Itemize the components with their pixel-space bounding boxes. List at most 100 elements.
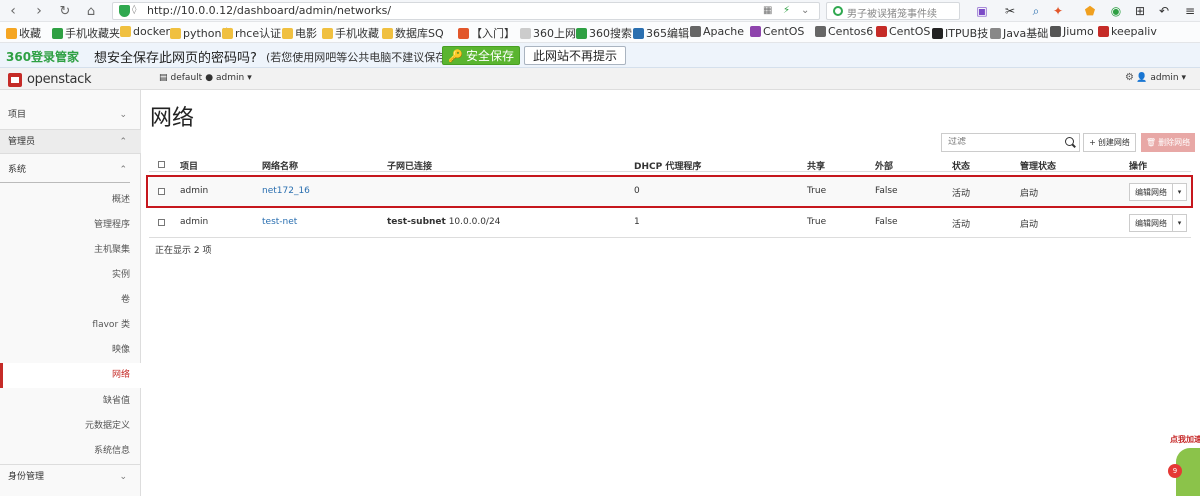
column-header-admin-state[interactable]: 管理状态 (1020, 159, 1056, 172)
user-icon: 👤 (1136, 73, 1148, 83)
bookmark-item[interactable]: keepaliv (1098, 25, 1157, 38)
bookmark-item[interactable]: CentOS (876, 25, 930, 38)
bookmark-item[interactable]: 365编辑 (633, 25, 689, 41)
sidebar-section-project[interactable]: 项目 ⌄ (0, 103, 141, 128)
plus-icon: + (1089, 138, 1096, 147)
project-selector[interactable]: ▤ default ● admin ▾ (159, 73, 252, 83)
bookmark-item[interactable]: Apache (690, 25, 744, 38)
bookmark-item[interactable]: 手机收藏 (322, 25, 379, 41)
bookmarks-bar: 收藏 手机收藏夹 docker python学 rhce认证 电影 手机收藏 数据库SQ 【入门… (0, 22, 1200, 43)
sidebar-item-overview[interactable]: 概述 (0, 188, 141, 213)
sidebar-item-volumes[interactable]: 卷 (0, 288, 141, 313)
dropdown-icon[interactable]: ⌄ (801, 5, 809, 16)
bookmark-item[interactable]: 数据库SQ (382, 25, 444, 41)
sidebar-item-metadata[interactable]: 元数据定义 (0, 414, 141, 439)
bookmark-icon (222, 27, 233, 39)
game-icon[interactable]: ✦ (1050, 3, 1066, 19)
openstack-logo-icon (8, 72, 22, 87)
filter-field[interactable] (941, 133, 1080, 152)
save-password-label: 安全保存 (465, 49, 514, 63)
sidebar-item-hypervisors[interactable]: 管理程序 (0, 213, 141, 238)
column-header-project[interactable]: 项目 (180, 159, 198, 172)
row-actions-dropdown-icon[interactable]: ▾ (1173, 214, 1187, 232)
create-network-label: 创建网络 (1097, 138, 1130, 147)
save-password-button[interactable]: 🔑 安全保存 (442, 46, 520, 65)
column-header-dhcp[interactable]: DHCP 代理程序 (634, 159, 701, 172)
column-header-shared[interactable]: 共享 (807, 159, 825, 172)
back-icon[interactable]: ‹ (4, 2, 22, 20)
bookmark-item[interactable]: 【入门】 (458, 25, 515, 41)
row-status: 活动 (952, 220, 971, 230)
reload-icon[interactable]: ↻ (56, 2, 74, 20)
sidebar-item-defaults[interactable]: 缺省值 (0, 389, 141, 414)
bookmark-item[interactable]: 电影 (282, 25, 317, 41)
column-header-name[interactable]: 网络名称 (262, 159, 298, 172)
sidebar-section-admin[interactable]: 管理员 ⌃ (0, 129, 141, 154)
scissors-icon[interactable]: ✂ (1002, 3, 1018, 19)
select-all-checkbox[interactable] (158, 161, 165, 168)
bookmark-item[interactable]: Java基础 (990, 25, 1048, 41)
search-icon[interactable] (1065, 137, 1074, 146)
edit-network-button[interactable]: 编辑网络 (1129, 214, 1173, 232)
bookmark-item[interactable]: Centos6 (815, 25, 873, 38)
sidebar-item-flavors[interactable]: flavor 类 (0, 313, 141, 338)
delete-network-button[interactable]: 🗑 删除网络 (1141, 133, 1195, 152)
magnifier-icon[interactable]: ⌕ (1028, 3, 1044, 19)
sidebar-item-networks[interactable]: 网络 (0, 363, 141, 388)
openstack-logo[interactable]: openstack (8, 72, 92, 87)
row-subnet-name[interactable]: test-subnet (387, 217, 446, 227)
column-header-external[interactable]: 外部 (875, 159, 893, 172)
row-subnet: test-subnet 10.0.0.0/24 (387, 217, 500, 227)
create-network-button[interactable]: + 创建网络 (1083, 133, 1136, 152)
brand-logo: 360登录管家 (6, 50, 80, 64)
sidebar-section-identity[interactable]: 身份管理 ⌄ (0, 464, 141, 489)
undo-icon[interactable]: ↶ (1156, 3, 1172, 19)
bookmark-item[interactable]: Jiumo E (1050, 25, 1104, 38)
lightning-icon[interactable]: ⚡ (783, 5, 790, 16)
column-header-status[interactable]: 状态 (952, 159, 970, 172)
sidebar-section-label: 管理员 (8, 137, 36, 147)
bookmark-item[interactable]: 收藏 (6, 25, 41, 41)
bookmark-item[interactable]: CentOS (750, 25, 804, 38)
settings-icon[interactable]: ⚙ (1125, 72, 1134, 83)
row-network-name[interactable]: test-net (262, 217, 297, 227)
filter-input[interactable] (948, 137, 1058, 147)
floating-accelerate-widget[interactable]: 点我加速 9 (1168, 430, 1200, 496)
openstack-header: openstack ▤ default ● admin ▾ ⚙ 👤 admin … (0, 68, 1200, 90)
apps-icon[interactable]: ⊞ (1132, 3, 1148, 19)
bookmark-icon (52, 27, 63, 39)
bookmark-label: 360上网 (533, 27, 576, 40)
sidebar-section-system[interactable]: 系统 ⌃ (0, 158, 130, 183)
bookmark-item[interactable]: 手机收藏夹 (52, 25, 120, 41)
address-bar[interactable]: ◊ http://10.0.0.12/dashboard/admin/netwo… (112, 2, 820, 20)
url-text[interactable]: http://10.0.0.12/dashboard/admin/network… (147, 4, 391, 17)
bookmark-icon (1098, 26, 1109, 37)
sidebar-item-host-aggregates[interactable]: 主机聚集 (0, 238, 141, 263)
user-menu[interactable]: 👤 admin ▾ (1136, 73, 1186, 83)
bookmark-item[interactable]: docker (120, 25, 170, 38)
shield-icon[interactable]: ⬟ (1082, 3, 1098, 19)
column-header-subnets[interactable]: 子网已连接 (387, 159, 432, 172)
chat-icon[interactable]: ◉ (1108, 3, 1124, 19)
forward-icon[interactable]: › (30, 2, 48, 20)
project-user: admin (216, 73, 245, 83)
sidebar-item-system-info[interactable]: 系统信息 (0, 439, 141, 464)
bookmark-item[interactable]: 360搜索 (576, 25, 632, 41)
grid-icon[interactable]: ▦ (763, 5, 772, 16)
user-label: admin (1150, 73, 1179, 83)
widget-label: 点我加速 (1170, 435, 1200, 444)
never-prompt-button[interactable]: 此网站不再提示 (524, 46, 626, 65)
row-checkbox[interactable] (158, 219, 165, 226)
sidebar-item-instances[interactable]: 实例 (0, 263, 141, 288)
bookmark-item[interactable]: 360上网 (520, 25, 576, 41)
search-text[interactable]: 男子被误猪笼事件续 (847, 5, 957, 20)
extension-icon[interactable]: ▣ (974, 3, 990, 19)
password-save-bar: 360登录管家 想安全保存此网页的密码吗? (若您使用网吧等公共电脑不建议保存)… (0, 43, 1200, 68)
sidebar-item-images[interactable]: 映像 (0, 338, 141, 363)
bookmark-item[interactable]: rhce认证 (222, 25, 281, 41)
row-shared: True (807, 217, 827, 227)
home-icon[interactable]: ⌂ (82, 2, 100, 20)
search-box[interactable]: 男子被误猪笼事件续 (826, 2, 960, 20)
menu-icon[interactable]: ≡ (1182, 3, 1198, 19)
bookmark-item[interactable]: ITPUB技 (932, 25, 988, 41)
